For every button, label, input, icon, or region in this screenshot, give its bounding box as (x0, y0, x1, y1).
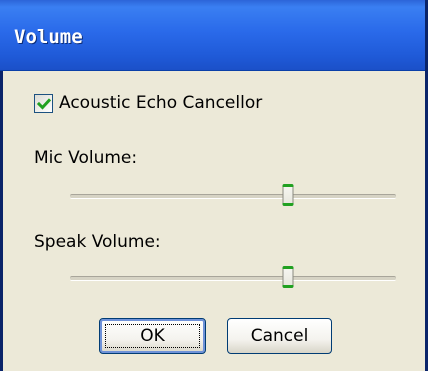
ok-button[interactable]: OK (99, 318, 206, 354)
mic-volume-label: Mic Volume: (34, 148, 138, 168)
mic-volume-slider[interactable] (70, 184, 396, 208)
cancel-button-label: Cancel (250, 326, 309, 346)
aec-checkbox[interactable] (34, 93, 53, 113)
checkmark-icon (36, 97, 52, 110)
aec-option[interactable]: Acoustic Echo Cancellor (34, 93, 262, 113)
title-bar[interactable]: Volume (0, 0, 425, 71)
volume-dialog: Volume Acoustic Echo Cancellor Mic Volum… (0, 0, 428, 371)
dialog-body (0, 71, 425, 371)
aec-label: Acoustic Echo Cancellor (59, 93, 263, 113)
slider-thumb[interactable] (282, 266, 294, 288)
slider-thumb[interactable] (282, 184, 294, 206)
speak-volume-label: Speak Volume: (34, 232, 161, 252)
speak-volume-slider[interactable] (70, 266, 396, 290)
window-title: Volume (14, 26, 83, 48)
slider-track (70, 276, 396, 281)
focus-rectangle (105, 324, 200, 348)
cancel-button[interactable]: Cancel (227, 318, 332, 354)
slider-track (70, 194, 396, 199)
